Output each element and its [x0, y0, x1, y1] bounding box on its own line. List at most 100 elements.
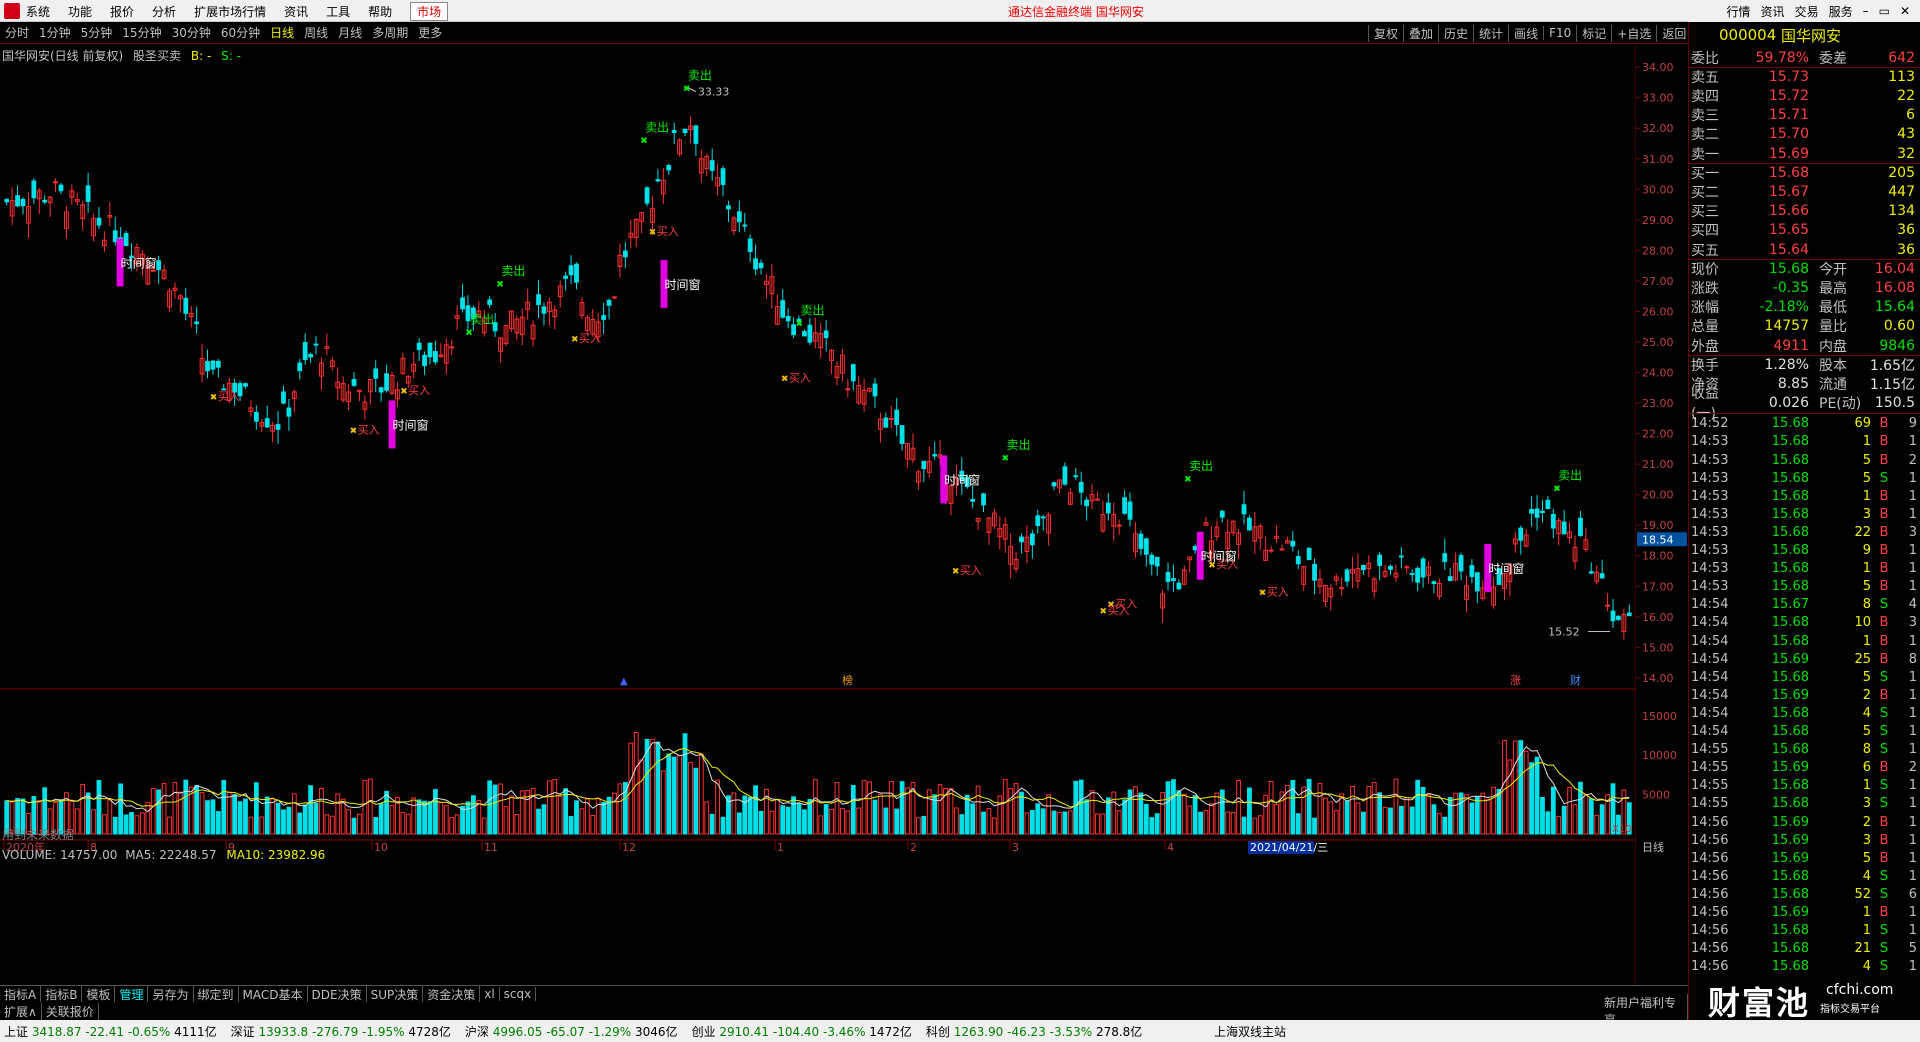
tab-save-as[interactable]: 另存为	[148, 985, 194, 1003]
server-status[interactable]: 上海双线主站	[1214, 1023, 1286, 1040]
tab-xl[interactable]: xl	[480, 987, 500, 1001]
candle-body	[894, 409, 900, 425]
volume-bar	[1160, 792, 1165, 835]
period-5min[interactable]: 5分钟	[76, 24, 118, 41]
tool-add-watchlist[interactable]: +自选	[1611, 24, 1656, 42]
right-top-tabs: 行情 资讯 交易 服务 – ▭ ✕	[1688, 0, 1920, 22]
candle-body	[921, 460, 927, 470]
future-data-note: 用到未来数据	[2, 828, 75, 842]
buy-marker: ✖	[571, 335, 579, 345]
tab-sup[interactable]: SUP决策	[367, 985, 424, 1003]
index-cyb[interactable]: 创业 2910.41 -104.40 -3.46% 1472亿	[692, 1023, 912, 1040]
candle-body	[1171, 578, 1176, 582]
candle-body	[747, 238, 753, 252]
kline-chart[interactable]: 33.3315.52✖卖出✖卖出✖卖出✖卖出✖卖出✖卖出✖卖出✖卖出✖ 买入✖ 买入…	[0, 44, 1688, 985]
tab-manage[interactable]: 管理	[115, 985, 149, 1003]
period-weekly[interactable]: 周线	[299, 24, 333, 41]
candle-body	[1143, 538, 1149, 555]
tab-indicator-b[interactable]: 指标B	[41, 985, 83, 1003]
candle-body	[726, 205, 731, 210]
tool-adjust[interactable]: 复权	[1368, 24, 1403, 42]
volume-bar	[340, 798, 346, 835]
volume-bar	[845, 810, 851, 835]
period-1min[interactable]: 1分钟	[34, 24, 76, 41]
event-marker: 榜	[842, 673, 853, 687]
menu-function[interactable]: 功能	[68, 3, 92, 20]
volume-bar	[1469, 802, 1475, 835]
tool-stats[interactable]: 统计	[1473, 24, 1508, 42]
index-kc[interactable]: 科创 1263.90 -46.23 -3.53% 278.8亿	[926, 1023, 1142, 1040]
volume-bar	[671, 756, 677, 835]
index-sh[interactable]: 上证 3418.87 -22.41 -0.65% 4111亿	[4, 1023, 217, 1040]
minimize-icon[interactable]: –	[1863, 4, 1869, 18]
buy-marker: ✖	[210, 393, 218, 403]
period-intraday[interactable]: 分时	[0, 24, 34, 41]
candle-body	[1605, 604, 1610, 607]
index-hs300[interactable]: 沪深 4996.05 -65.07 -1.29% 3046亿	[465, 1023, 678, 1040]
volume-bar	[351, 817, 357, 835]
period-30min[interactable]: 30分钟	[167, 24, 216, 41]
volume-bar	[1474, 796, 1480, 835]
tab-indicator-a[interactable]: 指标A	[0, 985, 42, 1003]
candle-body	[264, 418, 270, 428]
menu-tools[interactable]: 工具	[326, 3, 350, 20]
period-monthly[interactable]: 月线	[333, 24, 367, 41]
tool-draw[interactable]: 画线	[1508, 24, 1543, 42]
volume-bar	[443, 805, 449, 835]
tab-bind-to[interactable]: 绑定到	[194, 985, 239, 1003]
candle-body	[758, 262, 764, 269]
tab-scqx[interactable]: scqx	[500, 987, 537, 1001]
volume-bar	[492, 784, 498, 835]
tab-related-quote[interactable]: 关联报价	[42, 1002, 99, 1020]
period-15min[interactable]: 15分钟	[117, 24, 166, 41]
period-60min[interactable]: 60分钟	[216, 24, 265, 41]
period-multi[interactable]: 多周期	[367, 24, 413, 41]
tab-macd[interactable]: MACD基本	[239, 985, 308, 1003]
menu-ext-market[interactable]: 扩展市场行情	[194, 3, 266, 20]
index-sz[interactable]: 深证 13933.8 -276.79 -1.95% 4728亿	[231, 1023, 451, 1040]
tab-trade[interactable]: 交易	[1795, 3, 1819, 20]
tab-quotes[interactable]: 行情	[1727, 3, 1751, 20]
bid-row: 买三 15.66 134	[1691, 203, 1915, 221]
tab-service[interactable]: 服务	[1829, 3, 1853, 20]
period-daily[interactable]: 日线	[265, 24, 299, 41]
menu-info[interactable]: 资讯	[284, 3, 308, 20]
tab-news[interactable]: 资讯	[1761, 3, 1785, 20]
candle-body	[1344, 569, 1350, 582]
volume-bar	[1540, 796, 1545, 835]
volume-bar	[655, 741, 661, 835]
tool-overlay[interactable]: 叠加	[1403, 24, 1438, 42]
candle-body	[1105, 502, 1111, 514]
volume-bar	[736, 812, 742, 835]
sell-marker: ✖	[496, 280, 504, 290]
volume-bar	[1095, 813, 1100, 835]
market-tab[interactable]: 市场	[410, 1, 449, 21]
volume-bar	[964, 794, 970, 835]
menu-analysis[interactable]: 分析	[152, 3, 176, 20]
candle-body	[1540, 510, 1545, 514]
candle-body	[1306, 547, 1312, 561]
tool-history[interactable]: 历史	[1438, 24, 1473, 42]
period-more[interactable]: 更多	[413, 24, 447, 41]
volume-bar	[1187, 805, 1193, 835]
tool-back[interactable]: 返回	[1656, 24, 1691, 42]
restore-icon[interactable]: ▭	[1879, 4, 1890, 18]
y-tick-label: 29.00	[1642, 214, 1674, 227]
app-logo-icon[interactable]	[4, 3, 20, 19]
y-tick-label: 32.00	[1642, 122, 1674, 135]
menu-quote[interactable]: 报价	[110, 3, 134, 20]
tab-dde[interactable]: DDE决策	[308, 985, 367, 1003]
tab-extend[interactable]: 扩展∧	[0, 1002, 42, 1020]
volume-bar	[970, 803, 976, 835]
tab-template[interactable]: 模板	[82, 985, 116, 1003]
menu-system[interactable]: 系统	[26, 3, 50, 20]
close-icon[interactable]: ✕	[1900, 4, 1910, 18]
candle-body	[4, 199, 10, 203]
tool-f10[interactable]: F10	[1543, 26, 1576, 40]
menu-help[interactable]: 帮助	[368, 3, 392, 20]
candle-body	[601, 315, 607, 320]
vol-tick-label: 15000	[1642, 710, 1677, 723]
tool-mark[interactable]: 标记	[1576, 24, 1611, 42]
tab-fund[interactable]: 资金决策	[423, 985, 481, 1003]
candle-body	[1084, 499, 1090, 507]
